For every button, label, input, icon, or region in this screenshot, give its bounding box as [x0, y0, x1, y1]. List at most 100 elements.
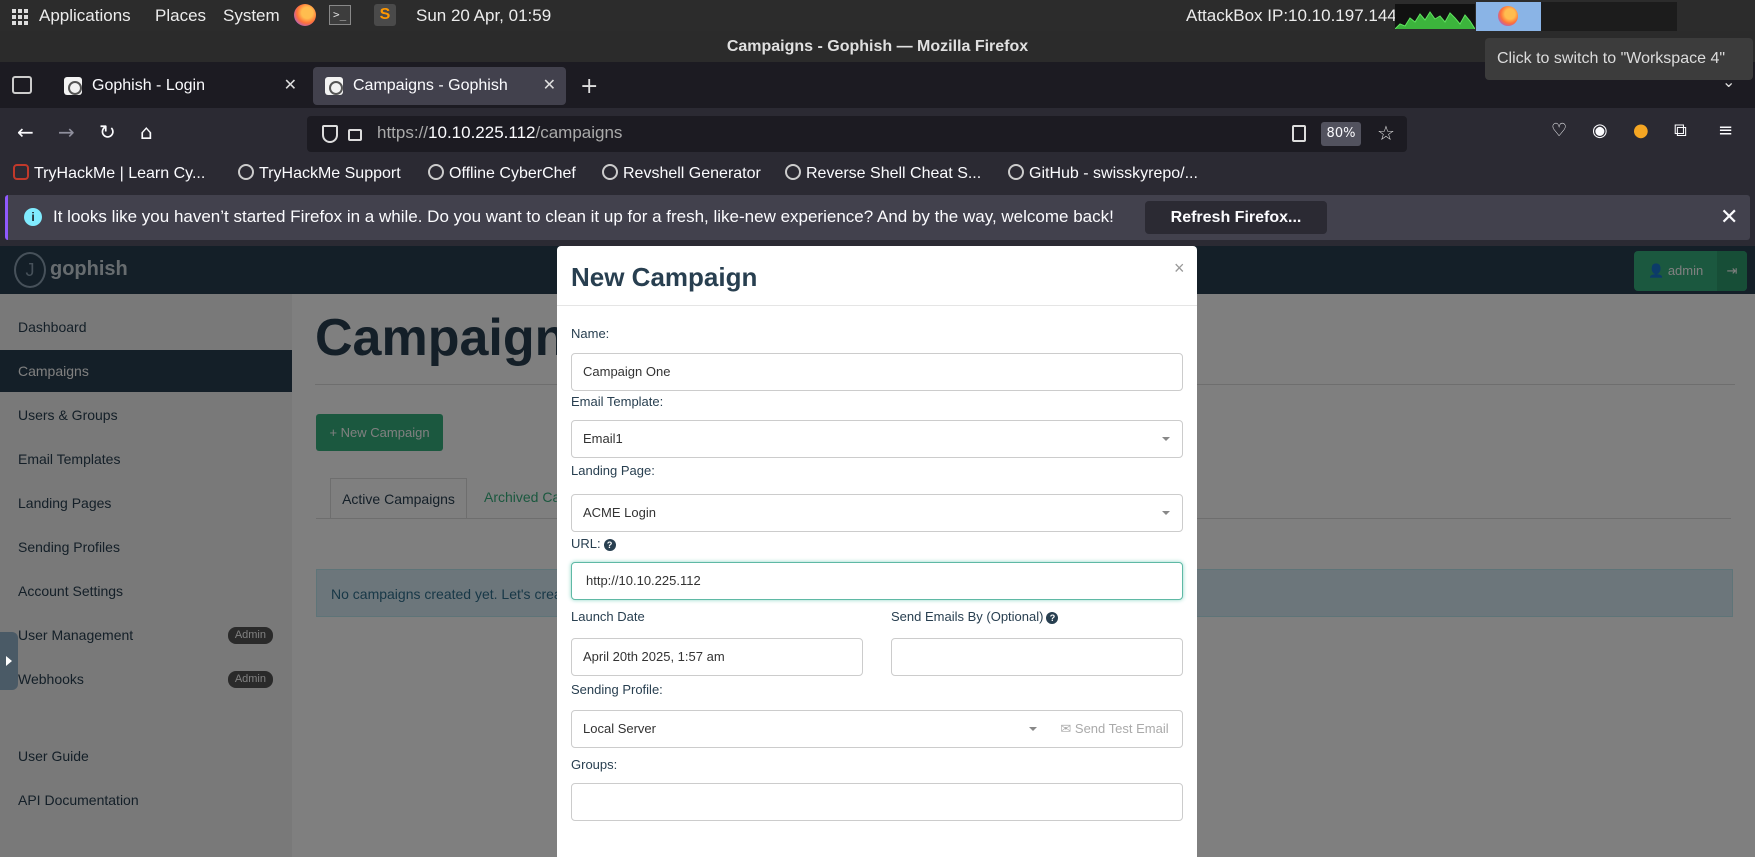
email-template-label: Email Template: — [571, 394, 664, 409]
landing-page-select[interactable]: ACME Login — [571, 494, 1183, 532]
url-path: /campaigns — [535, 123, 623, 142]
info-icon: i — [24, 208, 42, 226]
url-prefix: https:// — [377, 123, 429, 142]
reader-view-icon[interactable] — [1292, 125, 1306, 142]
bookmark-label: Offline CyberChef — [449, 165, 576, 182]
landing-page-label: Landing Page: — [571, 463, 655, 478]
email-template-select[interactable]: Email1 — [571, 420, 1183, 458]
landing-page-value: ACME Login — [583, 505, 656, 520]
places-menu[interactable]: Places — [155, 6, 206, 26]
bookmark-tryhackme[interactable]: TryHackMe | Learn Cy... — [13, 164, 205, 183]
url-host: 10.10.225.112 — [428, 123, 536, 142]
new-campaign-modal: New Campaign × Name: Campaign One Email … — [557, 246, 1197, 857]
refresh-firefox-button[interactable]: Refresh Firefox... — [1145, 201, 1327, 234]
gophish-favicon-icon — [325, 77, 343, 95]
tryhackme-icon — [13, 164, 29, 180]
home-icon[interactable]: ⌂ — [140, 120, 153, 144]
close-icon[interactable]: × — [1174, 258, 1185, 279]
workspace-other[interactable] — [1541, 2, 1677, 31]
forward-icon[interactable]: → — [58, 120, 75, 144]
bookmark-cyberchef[interactable]: Offline CyberChef — [428, 164, 576, 183]
url-label: URL:? — [571, 536, 616, 551]
caret-down-icon — [1029, 727, 1037, 731]
navigation-bar: ← → ↻ ⌂ https://10.10.225.112/campaigns … — [0, 108, 1755, 158]
tab-list-icon[interactable] — [12, 76, 32, 94]
globe-icon — [602, 164, 618, 180]
extension-icon[interactable]: ● — [1633, 120, 1649, 141]
groups-label: Groups: — [571, 757, 618, 772]
url-input[interactable]: http://10.10.225.112 — [571, 562, 1183, 600]
send-test-email-label: Send Test Email — [1074, 721, 1169, 736]
url-text[interactable]: https://10.10.225.112/campaigns — [377, 123, 622, 143]
applications-menu[interactable]: Applications — [39, 6, 131, 26]
close-tab-icon[interactable]: ✕ — [543, 75, 556, 95]
launch-date-input[interactable]: April 20th 2025, 1:57 am — [571, 638, 863, 676]
send-by-label: Send Emails By (Optional)? — [891, 609, 1059, 624]
chef-icon — [428, 164, 444, 180]
sending-profile-value: Local Server — [583, 721, 656, 736]
tracking-shield-icon[interactable] — [322, 125, 338, 143]
tab-campaigns[interactable]: Campaigns - Gophish ✕ — [313, 67, 566, 105]
bookmark-label: Revshell Generator — [623, 165, 761, 182]
bookmarks-bar: TryHackMe | Learn Cy... TryHackMe Suppor… — [0, 158, 1755, 193]
groups-input[interactable] — [571, 783, 1183, 821]
url-bar[interactable]: https://10.10.225.112/campaigns 80% ☆ — [307, 116, 1407, 152]
sending-profile-select[interactable]: Local Server ✉ Send Test Email — [571, 710, 1183, 748]
bookmark-label: TryHackMe Support — [259, 165, 401, 182]
sidebar-handle[interactable] — [0, 632, 18, 690]
tab-gophish-login[interactable]: Gophish - Login ✕ — [52, 67, 307, 105]
system-panel: Applications Places System >_ S Sun 20 A… — [0, 0, 1755, 31]
help-icon[interactable]: ? — [603, 539, 616, 551]
bookmark-label: TryHackMe | Learn Cy... — [34, 165, 206, 182]
clock: Sun 20 Apr, 01:59 — [416, 6, 552, 25]
sending-profile-label: Sending Profile: — [571, 682, 663, 697]
zoom-level[interactable]: 80% — [1321, 122, 1361, 146]
help-icon[interactable]: ? — [1046, 612, 1059, 624]
firefox-launcher-icon[interactable] — [294, 4, 316, 26]
bookmark-tryhackme-support[interactable]: TryHackMe Support — [238, 164, 401, 183]
caret-down-icon — [1162, 437, 1170, 441]
bookmark-reverse-shell[interactable]: Reverse Shell Cheat S... — [785, 164, 981, 183]
caret-down-icon — [1162, 511, 1170, 515]
gophish-favicon-icon — [64, 77, 82, 95]
url-label-text: URL: — [571, 536, 601, 551]
bookmark-github[interactable]: GitHub - swisskyrepo/... — [1008, 164, 1198, 183]
modal-header: New Campaign × — [557, 246, 1197, 306]
extensions-icon[interactable]: ⧉ — [1674, 120, 1687, 141]
close-tab-icon[interactable]: ✕ — [284, 75, 297, 95]
github-icon — [1008, 164, 1024, 180]
send-by-input[interactable] — [891, 638, 1183, 676]
tab-label: Gophish - Login — [92, 77, 205, 94]
lock-icon[interactable] — [348, 129, 362, 141]
support-icon — [238, 164, 254, 180]
send-test-email-button[interactable]: ✉ Send Test Email — [1047, 711, 1182, 747]
ip-label: AttackBox IP:10.10.197.144 — [1186, 6, 1397, 25]
tab-label: Campaigns - Gophish — [353, 77, 508, 94]
menu-icon[interactable]: ≡ — [1718, 120, 1733, 141]
name-input[interactable]: Campaign One — [571, 353, 1183, 391]
pocket-icon[interactable]: ♡ — [1551, 120, 1567, 141]
page-content: J gophish 👤 admin ⇥ Dashboard Campaigns … — [0, 246, 1755, 857]
new-tab-icon[interactable]: + — [580, 74, 598, 99]
workspace-tooltip: Click to switch to "Workspace 4" — [1485, 38, 1753, 80]
account-icon[interactable]: ◉ — [1592, 120, 1608, 141]
bookmark-label: Reverse Shell Cheat S... — [806, 165, 982, 182]
refresh-notification: i It looks like you haven’t started Fire… — [5, 195, 1750, 240]
workspace-current[interactable] — [1476, 2, 1541, 31]
cpu-graph — [1394, 4, 1476, 30]
terminal-launcher-icon[interactable]: >_ — [329, 5, 351, 25]
close-icon[interactable]: ✕ — [1720, 204, 1738, 230]
notification-message: It looks like you haven’t started Firefo… — [53, 207, 1114, 226]
bookmark-star-icon[interactable]: ☆ — [1377, 121, 1395, 145]
firefox-workspace-icon — [1498, 6, 1518, 26]
bookmark-revshell[interactable]: Revshell Generator — [602, 164, 761, 183]
reload-icon[interactable]: ↻ — [99, 120, 116, 144]
name-label: Name: — [571, 326, 610, 341]
app-grid-icon[interactable] — [12, 9, 28, 25]
launch-date-label: Launch Date — [571, 609, 645, 624]
back-icon[interactable]: ← — [17, 120, 34, 144]
globe-icon — [785, 164, 801, 180]
sublime-launcher-icon[interactable]: S — [374, 4, 396, 26]
send-by-label-text: Send Emails By (Optional) — [891, 609, 1044, 624]
system-menu[interactable]: System — [223, 6, 280, 26]
